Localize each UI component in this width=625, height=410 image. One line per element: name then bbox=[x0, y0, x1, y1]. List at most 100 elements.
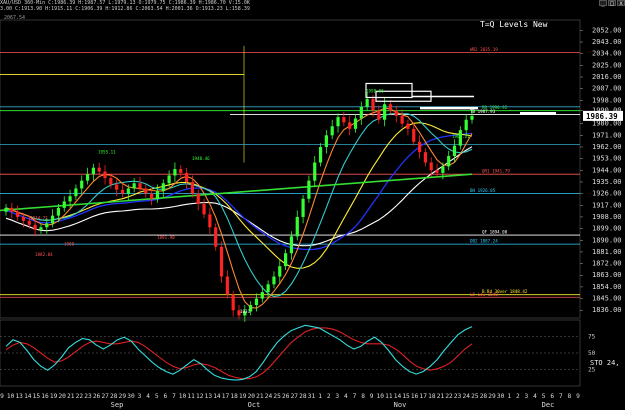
candle-body bbox=[353, 118, 358, 129]
x-tick-label: 6 bbox=[163, 393, 167, 400]
x-tick-label: 26 bbox=[282, 393, 290, 400]
level-lines: WR2 2035.19RR 1990.92TB 1987.93QR1 1941.… bbox=[0, 45, 580, 298]
x-tick-label: 20 bbox=[58, 393, 66, 400]
x-tick-label: 16 bbox=[41, 393, 49, 400]
y-tick-label: 2007.00 bbox=[592, 85, 622, 93]
x-tick-label: 27 bbox=[291, 393, 299, 400]
x-tick-label: 6 bbox=[550, 393, 554, 400]
x-tick-label: 4 bbox=[344, 393, 348, 400]
x-tick-label: 9 bbox=[0, 393, 4, 400]
candle-body bbox=[377, 110, 381, 120]
candle-body bbox=[383, 104, 387, 120]
x-tick-label: 14 bbox=[24, 393, 32, 400]
stoch-d-line bbox=[5, 327, 473, 380]
candle-body bbox=[371, 99, 375, 111]
candle-body bbox=[167, 175, 171, 184]
x-tick-label: 29 bbox=[119, 393, 127, 400]
x-tick-label: 3 bbox=[525, 393, 529, 400]
candle-body bbox=[202, 203, 206, 215]
candle-body bbox=[144, 188, 148, 194]
stochastic-panel: 75 50 25STO 24, bbox=[0, 324, 620, 381]
candle-body bbox=[412, 128, 416, 142]
candle-body bbox=[417, 141, 422, 153]
candle-body bbox=[452, 145, 457, 157]
x-tick-label: 24 bbox=[265, 393, 273, 400]
x-tick-label: 2 bbox=[327, 393, 331, 400]
y-tick-label: 1908.00 bbox=[592, 213, 622, 221]
x-tick-label: 21 bbox=[437, 393, 445, 400]
price-annotation: 1882.84 bbox=[35, 252, 53, 257]
x-tick-label: 28 bbox=[299, 393, 307, 400]
candle-body bbox=[214, 227, 218, 247]
candle-body bbox=[132, 183, 136, 189]
x-tick-label: 31 bbox=[308, 393, 316, 400]
x-tick-label: 22 bbox=[445, 393, 453, 400]
x-tick-label: 7 bbox=[559, 393, 563, 400]
price-annotation: 1831 bbox=[240, 309, 251, 314]
x-tick-label: 28 bbox=[110, 393, 118, 400]
month-label: Sep bbox=[111, 401, 124, 409]
candle-body bbox=[10, 207, 14, 212]
candle-body bbox=[150, 193, 154, 199]
y-tick-label: 2025.00 bbox=[592, 61, 622, 69]
stoch-label: STO 24, bbox=[590, 359, 620, 367]
candle-body bbox=[348, 122, 352, 129]
x-tick-label: 25 bbox=[273, 393, 281, 400]
x-tick-label: 23 bbox=[84, 393, 92, 400]
y-tick-label: 1962.00 bbox=[592, 143, 622, 151]
candle-body bbox=[62, 201, 66, 208]
x-tick-label: 17 bbox=[222, 393, 230, 400]
candle-body bbox=[208, 214, 212, 228]
x-tick-label: 21 bbox=[256, 393, 264, 400]
level-label: LD Low 1848 bbox=[470, 292, 498, 297]
month-label: Nov bbox=[394, 401, 407, 409]
candle-body bbox=[307, 180, 311, 199]
price-chart[interactable]: WR2 2035.19RR 1990.92TB 1987.93QR1 1941.… bbox=[0, 0, 625, 410]
x-tick-label: 10 bbox=[377, 393, 385, 400]
candle-body bbox=[336, 117, 340, 127]
candle-body bbox=[254, 298, 259, 306]
x-tick-label: 27 bbox=[101, 393, 109, 400]
moving-averages bbox=[0, 107, 473, 309]
price-annotation: 1955.11 bbox=[98, 149, 116, 154]
x-tick-label: 26 bbox=[93, 393, 101, 400]
candle-body bbox=[39, 227, 43, 230]
x-tick-label: 15 bbox=[33, 393, 41, 400]
stoch-tick-label: 50 bbox=[588, 350, 596, 357]
y-tick-label: 1881.00 bbox=[592, 248, 622, 256]
x-tick-label: 21 bbox=[67, 393, 75, 400]
x-tick-label: 16 bbox=[411, 393, 419, 400]
y-tick-label: 1944.00 bbox=[592, 166, 622, 174]
candle-body bbox=[155, 191, 160, 199]
y-tick-label: 1935.00 bbox=[592, 178, 622, 186]
candle-body bbox=[330, 126, 334, 136]
ma-orange-line bbox=[5, 107, 473, 309]
x-tick-label: 10 bbox=[7, 393, 15, 400]
candle-body bbox=[260, 292, 264, 299]
x-tick-label: 8 bbox=[361, 393, 365, 400]
candle-body bbox=[115, 184, 119, 190]
candle-body bbox=[406, 123, 410, 129]
annotations: 1998.86 1955.11 1948.46 1914.72 1900 1882.84 1… bbox=[30, 89, 470, 314]
level-label: WR2 2035.19 bbox=[470, 47, 498, 52]
month-label: Oct bbox=[248, 401, 261, 409]
candle-body bbox=[33, 224, 37, 230]
candle-body bbox=[51, 215, 55, 224]
y-tick-label: 1872.00 bbox=[592, 260, 622, 268]
time-axis: 9 10 13 14 15 16 19 20 21 22 23 26 27 28 29 30 3 4 5 6 7 10 11… bbox=[0, 393, 580, 409]
candle-body bbox=[289, 236, 294, 254]
y-tick-label: 1863.00 bbox=[592, 271, 622, 279]
x-tick-label: 9 bbox=[370, 393, 374, 400]
chart-title: T=Q Levels New bbox=[480, 20, 548, 29]
candle-body bbox=[80, 180, 84, 189]
candle-body bbox=[97, 167, 101, 172]
y-tick-label: 2016.00 bbox=[592, 73, 622, 81]
x-tick-label: 7 bbox=[353, 393, 357, 400]
chart-window[interactable]: XAU/USD 360-Min C:1986.39 H:1987.57 L:19… bbox=[0, 0, 625, 410]
x-tick-label: 12 bbox=[196, 393, 204, 400]
candle-body bbox=[313, 162, 317, 181]
x-tick-label: 18 bbox=[230, 393, 238, 400]
x-tick-label: 1 bbox=[507, 393, 511, 400]
candle-body bbox=[295, 216, 299, 237]
y-tick-label: 1971.00 bbox=[592, 131, 622, 139]
